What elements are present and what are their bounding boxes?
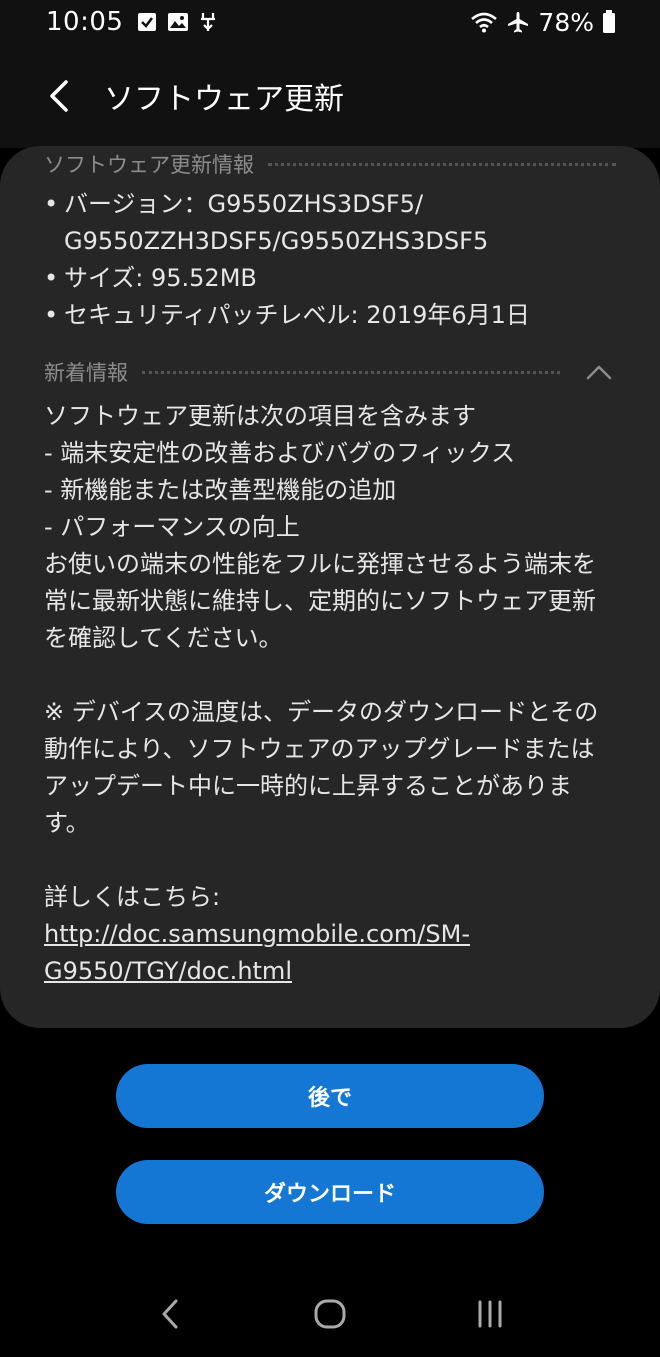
wifi-icon: [470, 11, 498, 33]
list-item: • バージョン：G9550ZHS3DSF5/ G9550ZZH3DSF5/G95…: [44, 186, 616, 260]
page-title: ソフトウェア更新: [104, 82, 344, 117]
divider: [142, 370, 560, 374]
news-line: [44, 657, 616, 694]
battery-icon: [602, 10, 616, 34]
news-section-title: 新着情報: [44, 361, 128, 385]
back-icon: [162, 1299, 178, 1328]
news-line: 詳しくはこちら:: [44, 883, 221, 911]
battery-percent: 78%: [538, 7, 594, 37]
news-section-header[interactable]: 新着情報: [44, 354, 616, 390]
image-icon: [167, 12, 189, 32]
nav-recents-button[interactable]: [460, 1284, 520, 1344]
news-line: [44, 842, 616, 879]
info-section-title: ソフトウェア更新情報: [44, 153, 254, 177]
airplane-icon: [506, 10, 530, 34]
size-text: サイズ: 95.52MB: [64, 264, 257, 292]
news-line: お使いの端末の性能をフルに発揮させるよう端末を常に最新状態に維持し、定期的にソフ…: [44, 550, 596, 652]
nav-back-button[interactable]: [140, 1284, 200, 1344]
status-time: 10:05: [46, 7, 124, 37]
app-bar: ソフトウェア更新: [0, 44, 660, 148]
check-box-icon: [137, 12, 157, 32]
news-line: - パフォーマンスの向上: [44, 513, 300, 541]
news-line: ソフトウェア更新は次の項目を含みます: [44, 402, 476, 430]
navigation-bar: [0, 1270, 660, 1357]
news-line: - 新機能または改善型機能の追加: [44, 476, 397, 504]
chevron-left-icon: [50, 80, 68, 112]
nav-home-button[interactable]: [300, 1284, 360, 1344]
details-link[interactable]: http://doc.samsungmobile.com/SM-G9550/TG…: [44, 920, 470, 985]
news-line: ※ デバイスの温度は、データのダウンロードとその動作により、ソフトウェアのアップ…: [44, 698, 599, 837]
info-section-header: ソフトウェア更新情報: [44, 146, 616, 182]
info-list: • バージョン：G9550ZHS3DSF5/ G9550ZZH3DSF5/G95…: [44, 186, 616, 334]
news-body: ソフトウェア更新は次の項目を含みます - 端末安定性の改善およびバグのフィックス…: [44, 398, 616, 990]
download-button[interactable]: ダウンロード: [116, 1160, 544, 1224]
list-item: • セキュリティパッチレベル: 2019年6月1日: [44, 297, 616, 334]
later-button[interactable]: 後で: [116, 1064, 544, 1128]
version-text: バージョン：G9550ZHS3DSF5/ G9550ZZH3DSF5/G9550…: [64, 190, 489, 255]
back-button[interactable]: [30, 66, 90, 126]
home-icon: [314, 1299, 346, 1328]
update-info-card[interactable]: ソフトウェア更新情報 • バージョン：G9550ZHS3DSF5/ G9550Z…: [0, 146, 660, 1028]
news-line: - 端末安定性の改善およびバグのフィックス: [44, 439, 516, 467]
recents-icon: [478, 1300, 502, 1327]
status-bar: 10:05 78%: [0, 0, 660, 44]
usb-icon: [199, 11, 217, 33]
list-item: • サイズ: 95.52MB: [44, 260, 616, 297]
security-patch-text: セキュリティパッチレベル: 2019年6月1日: [64, 301, 530, 329]
chevron-up-icon[interactable]: [582, 355, 616, 389]
divider: [268, 162, 616, 166]
